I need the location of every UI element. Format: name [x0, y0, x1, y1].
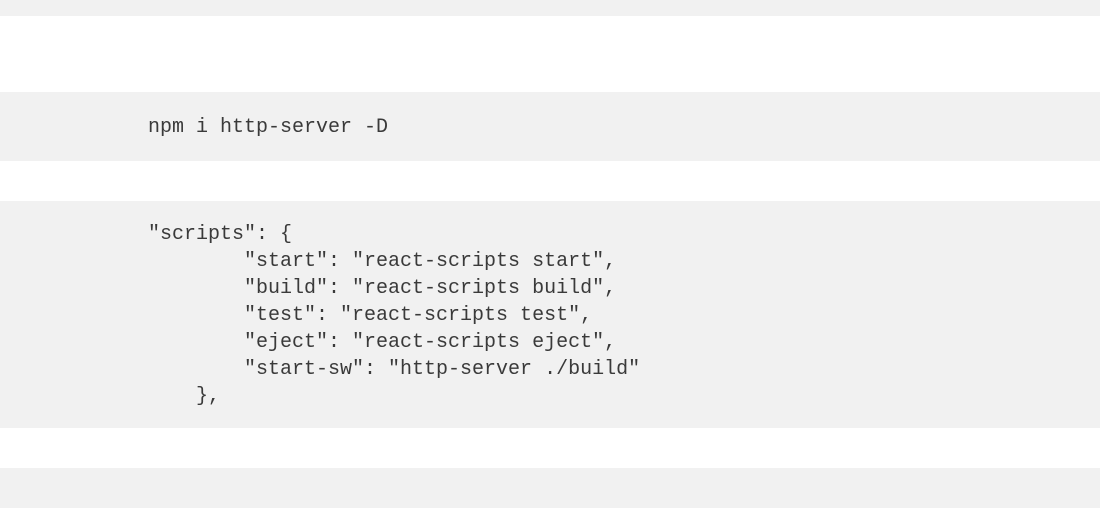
scripts-json-block: "scripts": { "start": "react-scripts sta…	[0, 201, 1100, 428]
bottom-gray-strip	[0, 468, 1100, 508]
top-gray-strip	[0, 0, 1100, 16]
spacer	[0, 161, 1100, 201]
install-command-text: npm i http-server -D	[148, 116, 388, 139]
spacer	[0, 428, 1100, 468]
spacer	[0, 16, 1100, 92]
scripts-json-text: "scripts": { "start": "react-scripts sta…	[148, 223, 640, 408]
install-command-block: npm i http-server -D	[0, 92, 1100, 161]
